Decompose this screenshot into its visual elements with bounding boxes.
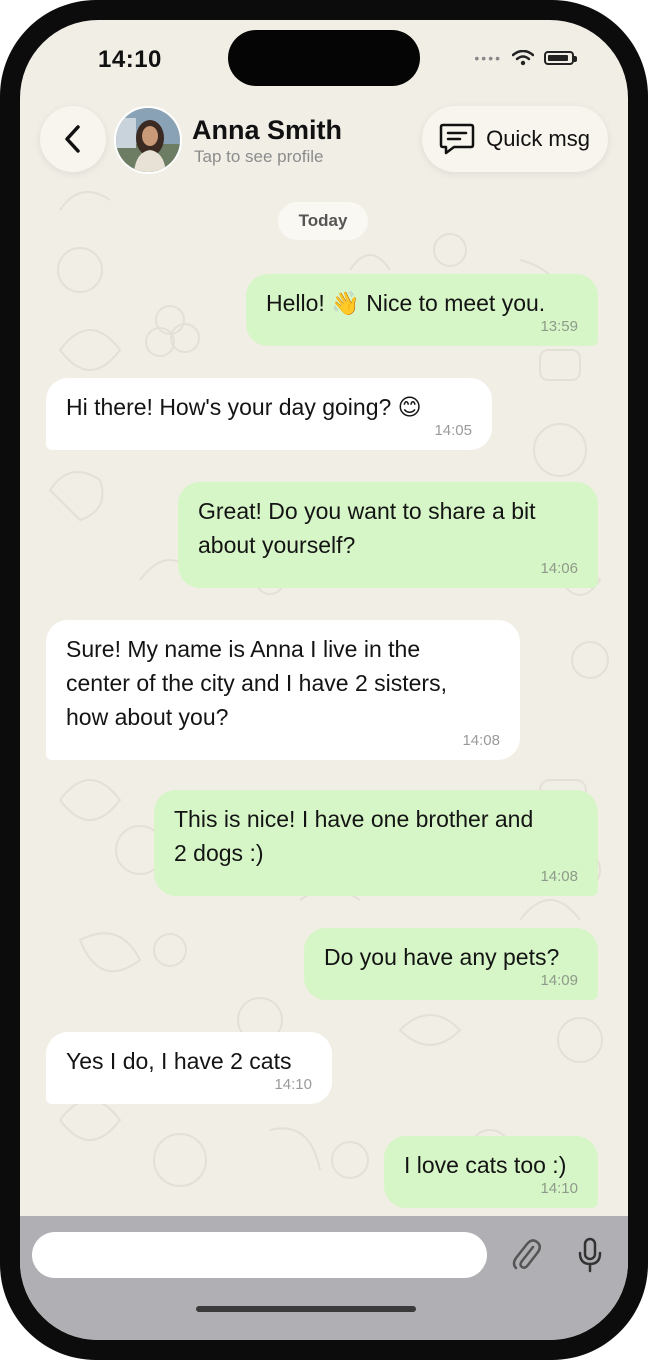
status-time: 14:10 xyxy=(98,46,162,73)
avatar-photo xyxy=(116,108,180,172)
contact-name[interactable]: Anna Smith xyxy=(192,115,342,146)
battery-icon xyxy=(544,51,577,65)
message-time: 14:08 xyxy=(462,732,500,749)
phone-frame: 14:10 •••• Anna Smith Tap to see profile… xyxy=(0,0,648,1360)
message-text: Hello! 👋 Nice to meet you. xyxy=(266,290,546,316)
message-text: Great! Do you want to share a bit about … xyxy=(198,498,536,558)
home-indicator[interactable] xyxy=(196,1306,416,1312)
message-time: 14:10 xyxy=(540,1180,578,1197)
message-time: 14:08 xyxy=(540,868,578,885)
message-text: I love cats too :) xyxy=(404,1152,567,1178)
message-bubble-outgoing[interactable]: This is nice! I have one brother and 2 d… xyxy=(154,790,598,896)
contact-avatar[interactable] xyxy=(114,106,182,174)
message-time: 14:09 xyxy=(540,972,578,989)
status-icons: •••• xyxy=(474,50,577,66)
microphone-button[interactable] xyxy=(570,1232,610,1278)
paperclip-icon xyxy=(512,1239,541,1270)
wifi-icon xyxy=(512,50,534,66)
chat-screen: 14:10 •••• Anna Smith Tap to see profile… xyxy=(20,20,628,1340)
signal-icon: •••• xyxy=(474,50,502,66)
dynamic-island xyxy=(228,30,420,86)
message-text: Sure! My name is Anna I live in the cent… xyxy=(66,636,447,730)
attach-button[interactable] xyxy=(506,1232,546,1278)
back-button[interactable] xyxy=(40,106,106,172)
message-bubble-outgoing[interactable]: Do you have any pets? 14:09 xyxy=(304,928,598,1000)
message-bubble-outgoing[interactable]: Great! Do you want to share a bit about … xyxy=(178,482,598,588)
message-input[interactable] xyxy=(32,1232,487,1278)
microphone-icon xyxy=(578,1237,602,1273)
message-bubble-incoming[interactable]: Yes I do, I have 2 cats 14:10 xyxy=(46,1032,332,1104)
message-bubble-incoming[interactable]: Sure! My name is Anna I live in the cent… xyxy=(46,620,520,760)
message-text: Do you have any pets? xyxy=(324,944,560,970)
date-separator: Today xyxy=(278,202,368,240)
quick-msg-label: Quick msg xyxy=(486,126,590,151)
message-bubble-outgoing[interactable]: I love cats too :) 14:10 xyxy=(384,1136,598,1208)
message-time: 14:10 xyxy=(274,1076,312,1093)
message-text: Yes I do, I have 2 cats xyxy=(66,1048,292,1074)
chat-bubble-icon xyxy=(439,123,475,155)
composer-bar xyxy=(20,1216,628,1340)
message-text: Hi there! How's your day going? 😊 xyxy=(66,394,422,420)
chevron-left-icon xyxy=(65,125,80,153)
message-bubble-outgoing[interactable]: Hello! 👋 Nice to meet you. 13:59 xyxy=(246,274,598,346)
message-bubble-incoming[interactable]: Hi there! How's your day going? 😊 14:05 xyxy=(46,378,492,450)
message-text: This is nice! I have one brother and 2 d… xyxy=(174,806,534,866)
profile-hint[interactable]: Tap to see profile xyxy=(194,147,323,167)
quick-msg-button[interactable]: Quick msg xyxy=(422,106,608,172)
message-time: 14:06 xyxy=(540,560,578,577)
message-time: 13:59 xyxy=(540,318,578,335)
message-time: 14:05 xyxy=(434,422,472,439)
